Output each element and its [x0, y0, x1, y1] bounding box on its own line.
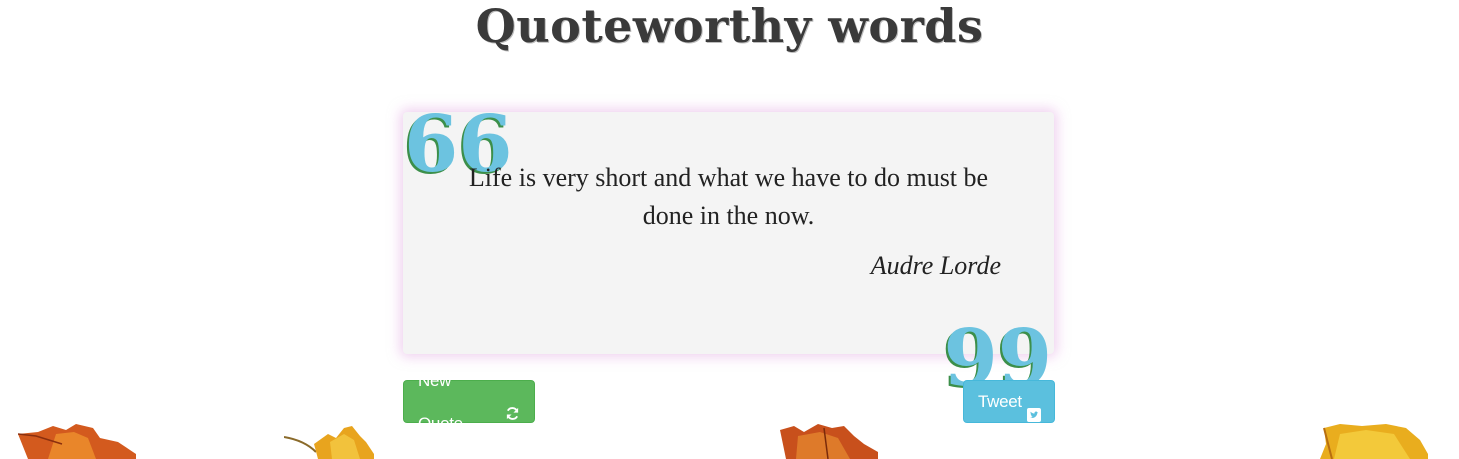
quote-author: Audre Lorde — [870, 251, 1001, 280]
page-title: Quoteworthy words — [475, 0, 984, 53]
quote-card: 66 Life is very short and what we have t… — [403, 106, 1054, 398]
autumn-leaf-right — [1320, 424, 1428, 459]
page: Quoteworthy words 66 Life is very short … — [0, 0, 1459, 459]
quote-text: Life is very short and what we have to d… — [468, 163, 989, 230]
twitter-square-icon — [1026, 395, 1041, 422]
autumn-leaf-center-left — [284, 426, 374, 459]
new-quote-button[interactable]: New Quote — [403, 371, 535, 433]
new-quote-label: New Quote — [418, 370, 463, 433]
tweet-button[interactable]: Tweet — [963, 380, 1055, 423]
tweet-label: Tweet — [978, 392, 1022, 411]
refresh-icon — [505, 394, 520, 420]
autumn-leaf-left — [18, 424, 136, 459]
autumn-leaf-center — [780, 424, 878, 459]
